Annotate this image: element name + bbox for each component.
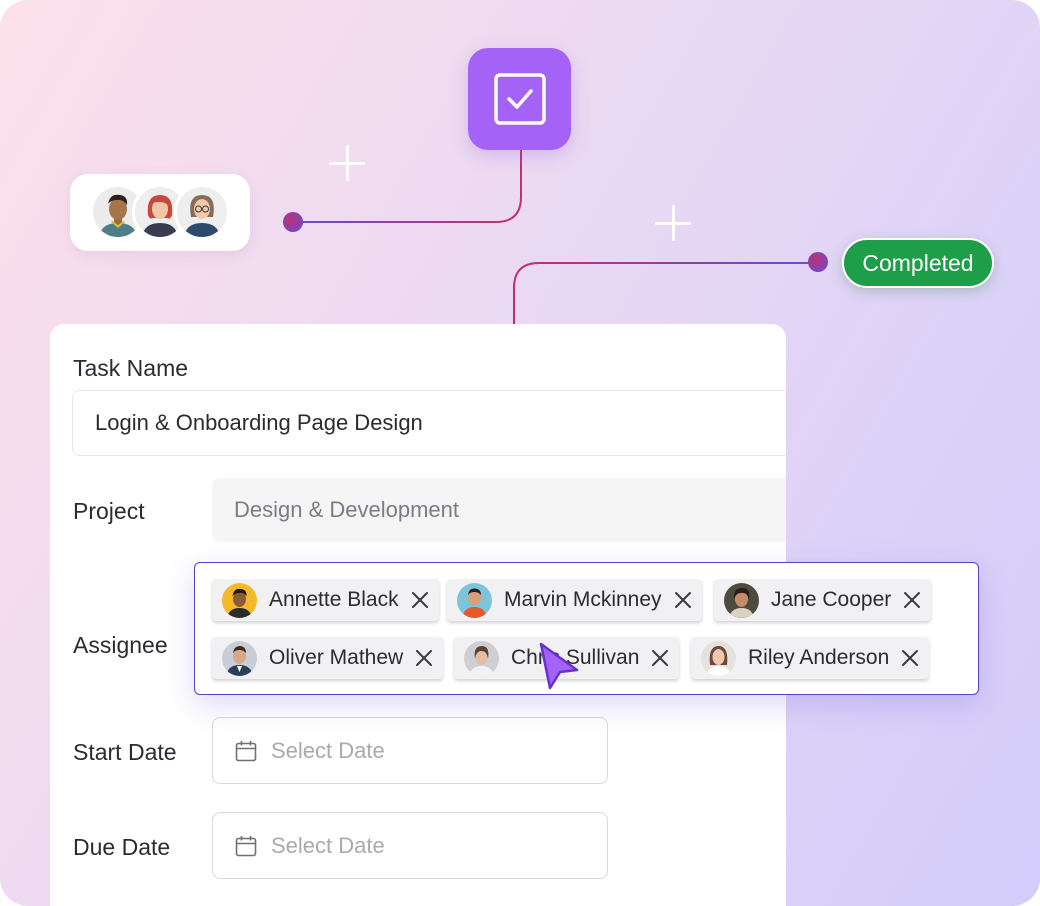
connector-dot [283, 212, 303, 232]
due-date-placeholder: Select Date [271, 832, 385, 858]
connector-dot [808, 252, 828, 272]
calendar-icon [235, 835, 257, 856]
due-date-input[interactable]: Select Date [212, 812, 608, 879]
project-value: Design & Development [234, 497, 460, 522]
close-icon[interactable] [903, 591, 921, 609]
close-icon[interactable] [651, 649, 669, 667]
assignee-label: Assignee [73, 632, 168, 658]
task-name-label: Task Name [73, 355, 189, 381]
assignee-chip: Annette Black [212, 579, 439, 621]
close-icon[interactable] [674, 591, 692, 609]
hero-background: Completed Task Name Login & Onboarding P… [0, 0, 1040, 906]
cursor-arrow-icon [539, 642, 579, 690]
close-icon[interactable] [411, 591, 429, 609]
assignee-chip: Oliver Mathew [212, 637, 444, 679]
assignee-name: Oliver Mathew [269, 646, 404, 669]
close-icon[interactable] [901, 649, 919, 667]
assignee-chip: Riley Anderson [691, 637, 930, 679]
task-name-value: Login & Onboarding Page Design [95, 410, 423, 435]
assignee-name: Jane Cooper [771, 588, 892, 611]
project-field[interactable]: Design & Development [212, 478, 786, 542]
assignee-multiselect[interactable]: Annette Black Marvin Mckinney Jane Coope… [194, 562, 979, 695]
avatar [222, 640, 257, 676]
sparkle-icon [329, 145, 365, 181]
team-avatars-card [70, 174, 250, 251]
avatar [701, 640, 736, 676]
avatar [457, 582, 492, 618]
sparkle-icon [655, 205, 691, 241]
start-date-input[interactable]: Select Date [212, 717, 608, 784]
close-icon[interactable] [415, 649, 433, 667]
project-label: Project [73, 498, 145, 524]
assignee-name: Marvin Mckinney [504, 588, 662, 611]
status-badge: Completed [842, 238, 994, 288]
start-date-placeholder: Select Date [271, 737, 385, 763]
avatar [724, 582, 759, 618]
avatar [464, 640, 499, 676]
check-square-icon [468, 48, 571, 150]
assignee-chip: Jane Cooper [714, 579, 932, 621]
due-date-label: Due Date [73, 834, 171, 860]
avatar [174, 184, 230, 240]
assignee-chip: Marvin Mckinney [447, 579, 702, 621]
start-date-label: Start Date [73, 739, 177, 765]
assignee-name: Riley Anderson [748, 646, 890, 669]
calendar-icon [235, 740, 257, 761]
task-name-input[interactable]: Login & Onboarding Page Design [72, 390, 786, 456]
assignee-name: Annette Black [269, 588, 399, 611]
avatar [222, 582, 257, 618]
